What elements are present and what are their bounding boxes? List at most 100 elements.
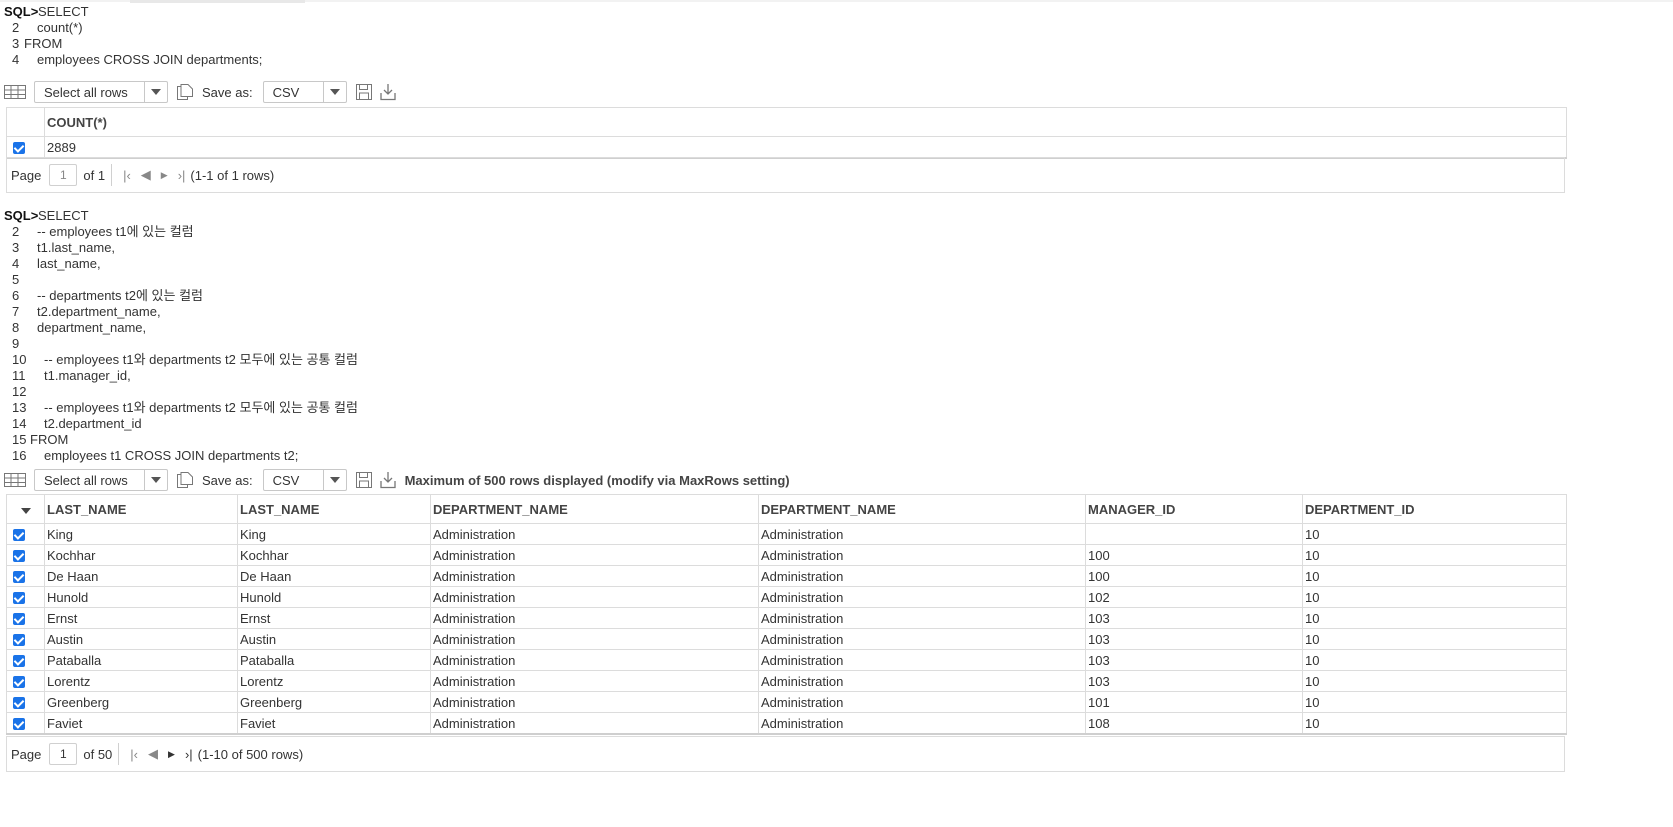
column-header[interactable]: LAST_NAME bbox=[237, 494, 431, 524]
checkbox-checked-icon[interactable] bbox=[13, 655, 25, 668]
table-cell: 102 bbox=[1085, 586, 1303, 608]
select-rows-value: Select all rows bbox=[44, 472, 128, 488]
copy-icon[interactable] bbox=[176, 471, 194, 489]
column-header[interactable]: COUNT(*) bbox=[44, 107, 1567, 137]
checkbox-checked-icon[interactable] bbox=[13, 529, 25, 542]
table-row[interactable]: Austin Austin Administration Administration… bbox=[6, 628, 1567, 650]
format-dropdown[interactable]: CSV bbox=[262, 81, 347, 103]
line-number: 10 bbox=[12, 352, 27, 367]
table-row[interactable]: Greenberg Greenberg Administration Administ… bbox=[6, 691, 1567, 713]
query1-pager: Page 1 of 1 |‹ ◀ ▶ ›| (1-1 of 1 rows) bbox=[6, 157, 1565, 193]
select-column-header[interactable] bbox=[6, 494, 45, 524]
table-cell: 10 bbox=[1302, 691, 1567, 713]
table-cell: 2889 bbox=[44, 136, 1567, 159]
column-header[interactable]: DEPARTMENT_ID bbox=[1302, 494, 1567, 524]
query2-pager: Page 1 of 50 |‹ ◀ ▶ ›| (1-10 of 500 rows… bbox=[6, 736, 1565, 772]
select-column-header bbox=[6, 107, 45, 137]
line-number: 5 bbox=[12, 272, 20, 287]
page-input[interactable]: 1 bbox=[49, 743, 78, 765]
prev-page-icon[interactable]: ◀ bbox=[141, 167, 151, 183]
checkbox-checked-icon[interactable] bbox=[13, 634, 25, 647]
save-icon[interactable] bbox=[355, 83, 373, 101]
page-label: Page bbox=[11, 746, 42, 762]
first-page-icon[interactable]: |‹ bbox=[123, 168, 131, 183]
chevron-down-icon bbox=[322, 470, 346, 490]
next-page-icon[interactable]: ▶ bbox=[168, 749, 175, 760]
save-as-label: Save as: bbox=[202, 472, 253, 488]
table-cell: 10 bbox=[1302, 670, 1567, 692]
line-number: 13 bbox=[12, 400, 27, 415]
code-line: FROM bbox=[24, 36, 63, 51]
chevron-down-icon bbox=[322, 82, 346, 102]
next-page-icon[interactable]: ▶ bbox=[161, 170, 168, 181]
prev-page-icon[interactable]: ◀ bbox=[148, 746, 158, 762]
table-cell: Administration bbox=[758, 544, 1086, 566]
query2-toolbar: Select all rows Save as: CSV Maximum of … bbox=[4, 467, 790, 493]
grid-icon[interactable] bbox=[4, 85, 26, 99]
table-cell: De Haan bbox=[237, 565, 431, 587]
table-row[interactable]: Kochhar Kochhar Administration Administrati… bbox=[6, 544, 1567, 566]
table-cell: Administration bbox=[430, 628, 759, 650]
table-row[interactable]: Pataballa Pataballa Administration Administ… bbox=[6, 649, 1567, 671]
table-cell: Administration bbox=[430, 670, 759, 692]
header-row: LAST_NAME LAST_NAME DEPARTMENT_NAME DEPA… bbox=[6, 494, 1567, 524]
table-cell: Administration bbox=[758, 712, 1086, 735]
column-header[interactable]: DEPARTMENT_NAME bbox=[430, 494, 759, 524]
column-header[interactable]: MANAGER_ID bbox=[1085, 494, 1303, 524]
table-row[interactable]: De Haan De Haan Administration Administrati… bbox=[6, 565, 1567, 587]
table-row[interactable]: Lorentz Lorentz Administration Administrati… bbox=[6, 670, 1567, 692]
table-cell: Greenberg bbox=[237, 691, 431, 713]
line-number: 11 bbox=[12, 368, 26, 383]
last-page-icon[interactable]: ›| bbox=[185, 747, 193, 762]
header-row: COUNT(*) bbox=[6, 107, 1567, 137]
table-cell: 10 bbox=[1302, 607, 1567, 629]
table-row[interactable]: Hunold Hunold Administration Administration… bbox=[6, 586, 1567, 608]
query1-toolbar: Select all rows Save as: CSV bbox=[4, 79, 397, 105]
table-cell: Administration bbox=[758, 586, 1086, 608]
download-icon[interactable] bbox=[379, 471, 397, 489]
code-line: employees t1 CROSS JOIN departments t2; bbox=[44, 448, 299, 463]
table-cell: Pataballa bbox=[44, 649, 238, 671]
checkbox-checked-icon[interactable] bbox=[13, 571, 25, 584]
table-cell: Kochhar bbox=[237, 544, 431, 566]
select-rows-dropdown[interactable]: Select all rows bbox=[34, 81, 168, 103]
column-header[interactable]: LAST_NAME bbox=[44, 494, 238, 524]
table-cell: Faviet bbox=[44, 712, 238, 735]
table-cell: Ernst bbox=[44, 607, 238, 629]
table-cell: Administration bbox=[758, 565, 1086, 587]
column-header[interactable]: DEPARTMENT_NAME bbox=[758, 494, 1086, 524]
last-page-icon[interactable]: ›| bbox=[178, 168, 186, 183]
save-icon[interactable] bbox=[355, 471, 373, 489]
code-line: FROM bbox=[30, 432, 69, 447]
table-cell: 103 bbox=[1085, 670, 1303, 692]
download-icon[interactable] bbox=[379, 83, 397, 101]
table-row[interactable]: Faviet Faviet Administration Administration… bbox=[6, 712, 1567, 735]
table-cell: 103 bbox=[1085, 649, 1303, 671]
table-cell: 103 bbox=[1085, 607, 1303, 629]
checkbox-checked-icon[interactable] bbox=[13, 142, 25, 155]
first-page-icon[interactable]: |‹ bbox=[130, 747, 138, 762]
table-cell: Austin bbox=[44, 628, 238, 650]
line-number: 9 bbox=[12, 336, 20, 351]
copy-icon[interactable] bbox=[176, 83, 194, 101]
table-cell: Administration bbox=[430, 586, 759, 608]
checkbox-checked-icon[interactable] bbox=[13, 550, 25, 563]
page-total: of 1 bbox=[83, 167, 106, 183]
grid-icon[interactable] bbox=[4, 473, 26, 487]
code-line: t2.department_id bbox=[44, 416, 142, 431]
table-row[interactable]: Ernst Ernst Administration Administration 10… bbox=[6, 607, 1567, 629]
select-rows-dropdown[interactable]: Select all rows bbox=[34, 469, 168, 491]
checkbox-checked-icon[interactable] bbox=[13, 676, 25, 689]
table-cell bbox=[1085, 523, 1303, 545]
table-cell: Hunold bbox=[44, 586, 238, 608]
checkbox-checked-icon[interactable] bbox=[13, 613, 25, 626]
checkbox-checked-icon[interactable] bbox=[13, 718, 25, 731]
table-cell: Kochhar bbox=[44, 544, 238, 566]
table-row[interactable]: 2889 bbox=[6, 136, 1567, 159]
format-dropdown[interactable]: CSV bbox=[262, 469, 347, 491]
table-cell: 10 bbox=[1302, 544, 1567, 566]
table-row[interactable]: King King Administration Administration 10 bbox=[6, 523, 1567, 545]
checkbox-checked-icon[interactable] bbox=[13, 697, 25, 710]
checkbox-checked-icon[interactable] bbox=[13, 592, 25, 605]
page-input[interactable]: 1 bbox=[49, 164, 78, 186]
